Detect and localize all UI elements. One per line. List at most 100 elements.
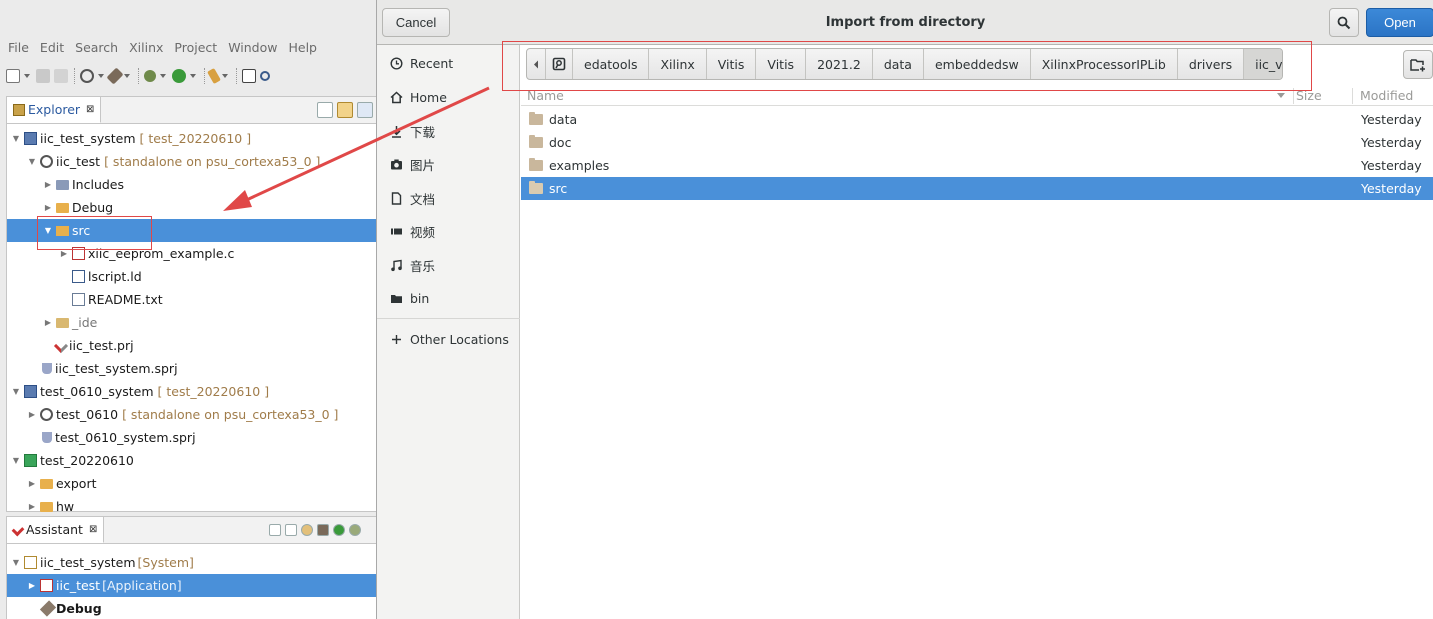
debug-icon[interactable]: [144, 70, 156, 82]
tree-item[interactable]: ▼ iic_test_system [System]: [7, 551, 377, 574]
tree-item[interactable]: iic_test.prj: [7, 334, 377, 357]
tree-item[interactable]: Debug: [7, 597, 377, 619]
collapse-all-icon[interactable]: [317, 102, 333, 118]
file-row-src-selected[interactable]: src Yesterday: [521, 177, 1433, 200]
assistant-icon: [11, 523, 25, 536]
plus-icon: [389, 332, 403, 346]
tree-item[interactable]: ▼ test_20220610: [7, 449, 377, 472]
view-menu-icon[interactable]: [357, 102, 373, 118]
close-icon[interactable]: ⊠: [86, 104, 94, 115]
sidebar-item-label: Recent: [410, 55, 454, 71]
collapse-icon[interactable]: [269, 524, 281, 536]
tab-assistant[interactable]: Assistant ⊠: [7, 517, 105, 543]
column-modified[interactable]: Modified: [1360, 88, 1413, 103]
build-hammer-icon[interactable]: [317, 524, 329, 536]
tree-item[interactable]: ▶ _ide: [7, 311, 377, 334]
tree-item-selected[interactable]: ▶ iic_test [Application]: [7, 574, 377, 597]
expand-down-icon[interactable]: ▼: [11, 387, 21, 396]
tree-item[interactable]: iic_test_system.sprj: [7, 357, 377, 380]
menu-search[interactable]: Search: [75, 40, 118, 55]
menu-window[interactable]: Window: [228, 40, 277, 55]
tree-item[interactable]: ▶ export: [7, 472, 377, 495]
menu-edit[interactable]: Edit: [40, 40, 64, 55]
file-row-examples[interactable]: examples Yesterday: [521, 154, 1433, 177]
tree-item-label: hw: [56, 499, 75, 514]
expand-right-icon[interactable]: ▶: [43, 318, 53, 327]
expand-icon[interactable]: [285, 524, 297, 536]
tree-item[interactable]: ▼ iic_test[ standalone on psu_cortexa53_…: [7, 150, 377, 173]
build-config-icon[interactable]: [80, 69, 94, 83]
run-icon[interactable]: [172, 69, 186, 83]
sidebar-item-home[interactable]: Home: [377, 82, 520, 112]
settings-gear-icon[interactable]: [301, 524, 313, 536]
clock-icon: [389, 56, 403, 70]
expand-down-icon[interactable]: ▼: [11, 456, 21, 465]
hammer-icon[interactable]: [106, 67, 124, 85]
folder-icon: [56, 317, 69, 328]
save-icon[interactable]: [36, 69, 50, 83]
new-dropdown-icon[interactable]: [24, 74, 30, 78]
menu-project[interactable]: Project: [174, 40, 217, 55]
debug-dropdown-icon[interactable]: [160, 74, 166, 78]
new-icon[interactable]: [6, 69, 20, 83]
expand-right-icon[interactable]: ▶: [27, 502, 37, 511]
sidebar-item-downloads[interactable]: 下载: [377, 116, 520, 146]
sidebar-item-documents[interactable]: 文档: [377, 183, 520, 213]
close-icon[interactable]: ⊠: [89, 524, 97, 535]
save-all-icon[interactable]: [54, 69, 68, 83]
sort-down-icon[interactable]: [1277, 93, 1285, 99]
tree-item[interactable]: lscript.ld: [7, 265, 377, 288]
expand-right-icon[interactable]: ▶: [43, 180, 53, 189]
sidebar-item-videos[interactable]: 视频: [377, 216, 520, 246]
sidebar-item-other-locations[interactable]: Other Locations: [377, 324, 520, 354]
folder-icon: [529, 135, 543, 148]
run-dropdown-icon[interactable]: [190, 74, 196, 78]
menu-file[interactable]: File: [8, 40, 29, 55]
dialog-header-bar: [377, 0, 1433, 45]
new-folder-button[interactable]: [1403, 50, 1433, 79]
build-config-dropdown-icon[interactable]: [98, 74, 104, 78]
sidebar-item-bin[interactable]: bin: [377, 283, 520, 313]
tree-item[interactable]: ▼ test_0610_system[ test_20220610 ]: [7, 380, 377, 403]
terminal-icon[interactable]: [242, 69, 256, 83]
platform-project-icon: [24, 454, 37, 467]
expand-right-icon[interactable]: ▶: [43, 203, 53, 212]
expand-down-icon[interactable]: ▼: [11, 134, 21, 143]
expand-right-icon[interactable]: ▶: [27, 581, 37, 590]
tab-explorer[interactable]: Explorer ⊠: [7, 97, 102, 123]
cancel-button[interactable]: Cancel: [382, 8, 450, 37]
tree-item-detail: [System]: [137, 555, 194, 570]
explorer-tree: ▼ iic_test_system[ test_20220610 ] ▼ iic…: [7, 127, 377, 518]
open-button[interactable]: Open: [1366, 8, 1433, 37]
expand-right-icon[interactable]: ▶: [59, 249, 69, 258]
debug-bug-icon[interactable]: [349, 524, 361, 536]
hammer-dropdown-icon[interactable]: [124, 74, 130, 78]
sidebar-item-recent[interactable]: Recent: [377, 48, 520, 78]
menu-help[interactable]: Help: [288, 40, 317, 55]
search-button[interactable]: [1329, 8, 1359, 37]
expand-right-icon[interactable]: ▶: [27, 479, 37, 488]
tree-item[interactable]: ▶ Includes: [7, 173, 377, 196]
assistant-tree: ▼ iic_test_system [System] ▶ iic_test [App…: [7, 551, 377, 619]
file-row-doc[interactable]: doc Yesterday: [521, 131, 1433, 154]
tree-item[interactable]: ▶ hw: [7, 495, 377, 518]
tree-item[interactable]: test_0610_system.sprj: [7, 426, 377, 449]
expand-down-icon[interactable]: ▼: [27, 157, 37, 166]
tree-item[interactable]: ▶ test_0610[ standalone on psu_cortexa53…: [7, 403, 377, 426]
link-editor-icon[interactable]: [337, 102, 353, 118]
file-row-data[interactable]: data Yesterday: [521, 108, 1433, 131]
expand-right-icon[interactable]: ▶: [27, 410, 37, 419]
expand-down-icon[interactable]: ▼: [11, 558, 21, 567]
tree-item[interactable]: README.txt: [7, 288, 377, 311]
sidebar-item-music[interactable]: 音乐: [377, 250, 520, 280]
search-tool-icon[interactable]: [260, 71, 270, 81]
tree-item-detail: [ standalone on psu_cortexa53_0 ]: [122, 407, 339, 422]
external-tools-icon[interactable]: [207, 67, 221, 85]
tree-item-detail: [Application]: [102, 578, 182, 593]
external-tools-dropdown-icon[interactable]: [222, 74, 228, 78]
tree-item[interactable]: ▼ iic_test_system[ test_20220610 ]: [7, 127, 377, 150]
tree-item-label: test_0610_system.sprj: [55, 430, 196, 445]
menu-xilinx[interactable]: Xilinx: [129, 40, 163, 55]
sidebar-item-pictures[interactable]: 图片: [377, 149, 520, 179]
run-circle-icon[interactable]: [333, 524, 345, 536]
